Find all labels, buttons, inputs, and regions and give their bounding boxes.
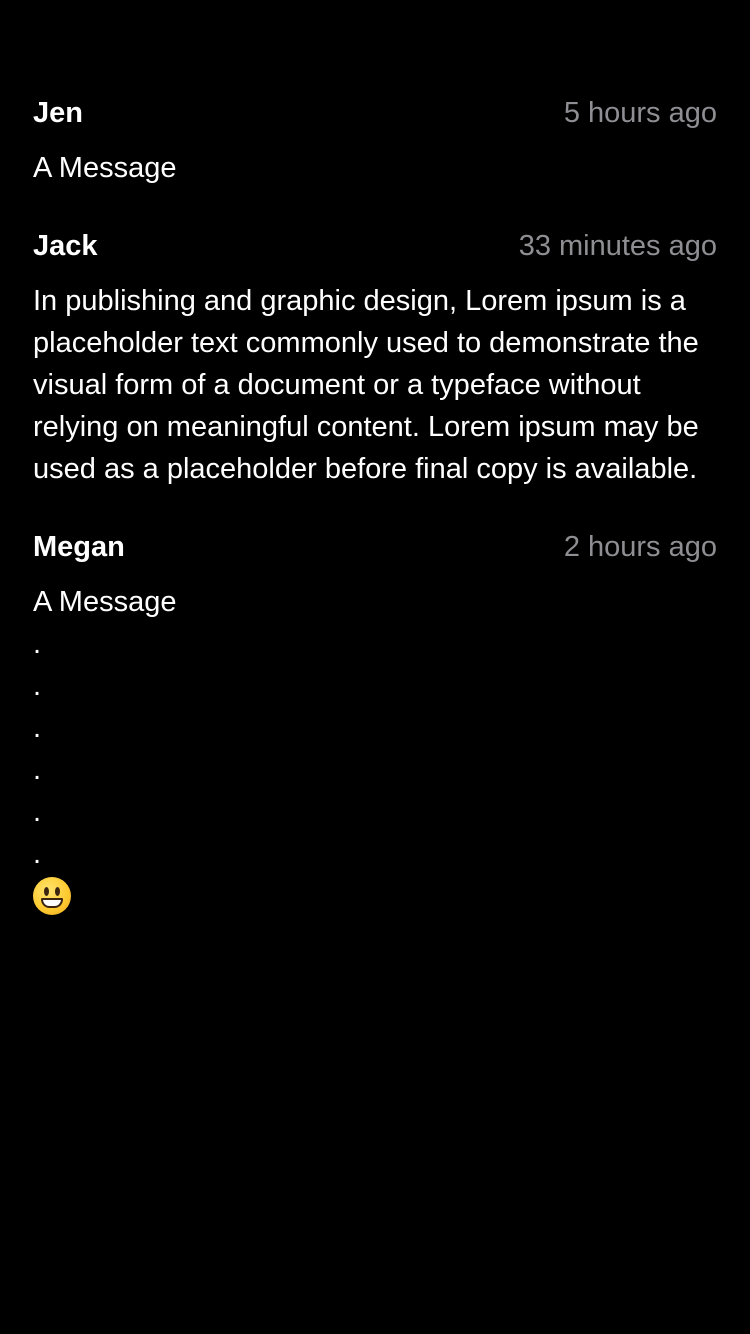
emoji-mouth [41, 898, 63, 908]
message-body: A Message [33, 152, 177, 184]
message-feed: Jen 5 hours ago A Message Jack 33 minute… [33, 92, 717, 915]
message-body: A Message . . . . . . [33, 586, 177, 870]
message-header: Jen 5 hours ago [33, 92, 717, 134]
emoji-eye [44, 887, 49, 896]
message-author[interactable]: Megan [33, 526, 125, 568]
message-item: Megan 2 hours ago A Message . . . . . . [33, 526, 717, 915]
message-author[interactable]: Jack [33, 225, 98, 267]
grinning-face-emoji-icon [33, 877, 71, 915]
emoji-eye [55, 887, 60, 896]
message-header: Megan 2 hours ago [33, 526, 717, 568]
message-timestamp: 33 minutes ago [518, 230, 717, 262]
message-timestamp: 2 hours ago [563, 531, 717, 563]
message-body: In publishing and graphic design, Lorem … [33, 285, 707, 485]
message-author[interactable]: Jen [33, 92, 83, 134]
message-item: Jack 33 minutes ago In publishing and gr… [33, 225, 717, 490]
message-header: Jack 33 minutes ago [33, 225, 717, 267]
message-item: Jen 5 hours ago A Message [33, 92, 717, 189]
message-timestamp: 5 hours ago [563, 97, 717, 129]
